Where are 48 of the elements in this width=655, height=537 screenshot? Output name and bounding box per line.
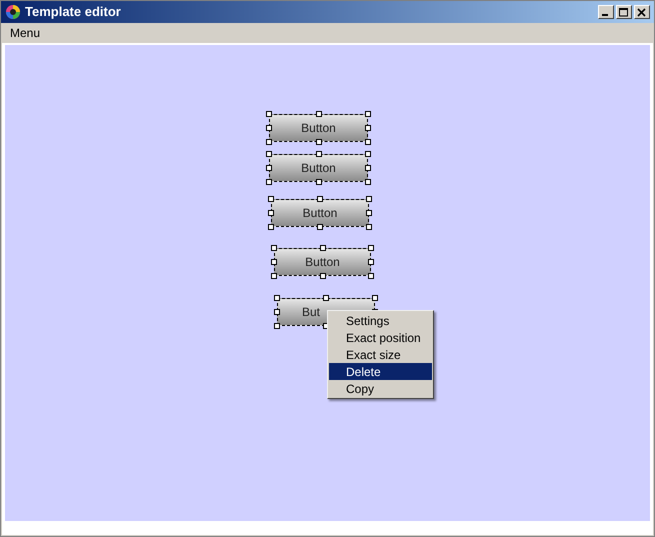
resize-handle[interactable] bbox=[320, 245, 326, 251]
context-menu-item[interactable]: Exact position bbox=[329, 329, 432, 346]
minimize-icon bbox=[602, 14, 608, 16]
resize-handle[interactable] bbox=[366, 196, 372, 202]
resize-handle[interactable] bbox=[323, 295, 329, 301]
resize-handle[interactable] bbox=[368, 273, 374, 279]
resize-handle[interactable] bbox=[368, 245, 374, 251]
resize-handle[interactable] bbox=[274, 323, 280, 329]
maximize-icon bbox=[619, 8, 629, 16]
resize-handle[interactable] bbox=[317, 224, 323, 230]
canvas-button[interactable]: Button bbox=[274, 248, 371, 276]
resize-handle[interactable] bbox=[268, 196, 274, 202]
resize-handle[interactable] bbox=[365, 111, 371, 117]
resize-handle[interactable] bbox=[274, 309, 280, 315]
resize-handle[interactable] bbox=[365, 125, 371, 131]
maximize-button[interactable] bbox=[616, 5, 632, 19]
resize-handle[interactable] bbox=[266, 111, 272, 117]
canvas-button[interactable]: Button bbox=[269, 114, 368, 142]
close-icon bbox=[637, 8, 647, 16]
window-title: Template editor bbox=[25, 3, 121, 22]
resize-handle[interactable] bbox=[365, 179, 371, 185]
canvas-button[interactable]: Button bbox=[269, 154, 368, 182]
resize-handle[interactable] bbox=[365, 165, 371, 171]
resize-handle[interactable] bbox=[266, 179, 272, 185]
resize-handle[interactable] bbox=[316, 179, 322, 185]
menu-item[interactable]: Menu bbox=[7, 24, 44, 42]
minimize-button[interactable] bbox=[598, 5, 614, 19]
resize-handle[interactable] bbox=[271, 245, 277, 251]
resize-handle[interactable] bbox=[368, 259, 374, 265]
resize-handle[interactable] bbox=[366, 224, 372, 230]
resize-handle[interactable] bbox=[271, 259, 277, 265]
app-icon bbox=[5, 4, 21, 20]
canvas-button[interactable]: Button bbox=[271, 199, 369, 227]
close-button[interactable] bbox=[634, 5, 650, 19]
context-menu-item[interactable]: Delete bbox=[329, 363, 432, 380]
resize-handle[interactable] bbox=[266, 165, 272, 171]
context-menu-item[interactable]: Exact size bbox=[329, 346, 432, 363]
resize-handle[interactable] bbox=[320, 273, 326, 279]
resize-handle[interactable] bbox=[268, 224, 274, 230]
context-menu-item[interactable]: Copy bbox=[329, 380, 432, 397]
resize-handle[interactable] bbox=[274, 295, 280, 301]
resize-handle[interactable] bbox=[372, 295, 378, 301]
resize-handle[interactable] bbox=[266, 125, 272, 131]
resize-handle[interactable] bbox=[366, 210, 372, 216]
resize-handle[interactable] bbox=[316, 111, 322, 117]
resize-handle[interactable] bbox=[317, 196, 323, 202]
resize-handle[interactable] bbox=[271, 273, 277, 279]
resize-handle[interactable] bbox=[268, 210, 274, 216]
